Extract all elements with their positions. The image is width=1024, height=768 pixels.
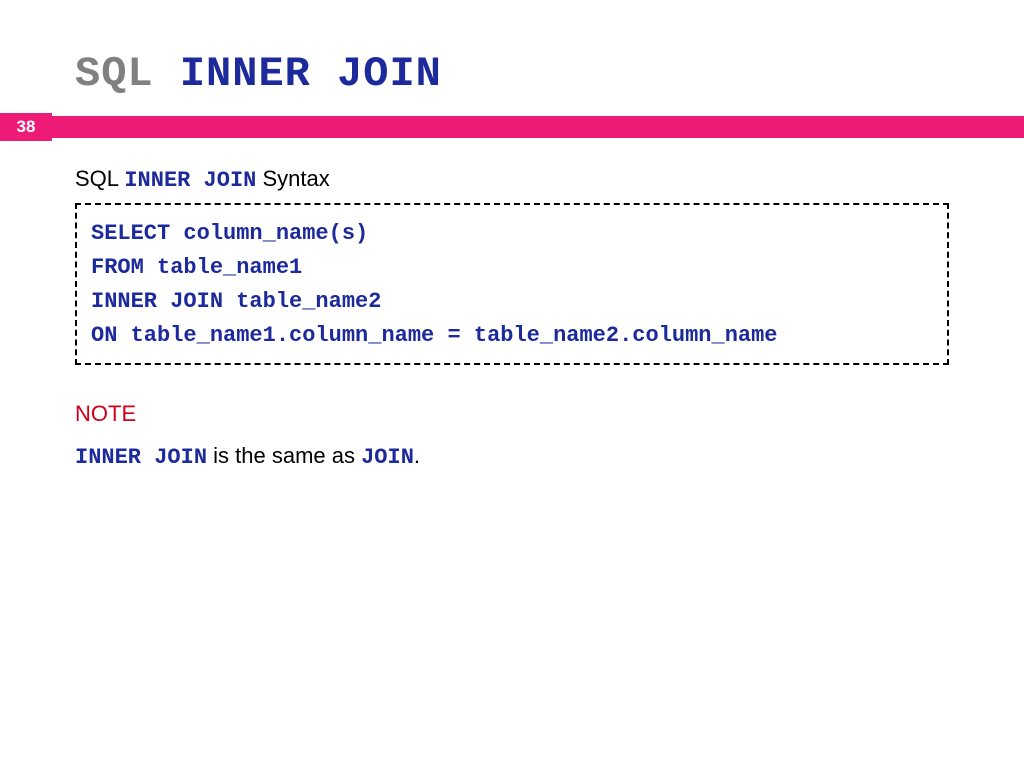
note-body: INNER JOIN is the same as JOIN. (75, 443, 949, 470)
note-heading: NOTE (75, 401, 949, 427)
code-line-2: FROM table_name1 (91, 251, 933, 285)
divider-bar: 38 (0, 116, 1024, 138)
slide-title-area: SQL INNER JOIN (0, 0, 1024, 116)
syntax-suffix: Syntax (263, 166, 330, 191)
code-line-3: INNER JOIN table_name2 (91, 285, 933, 319)
title-prefix: SQL (75, 50, 154, 98)
slide-title: SQL INNER JOIN (75, 50, 1024, 98)
syntax-heading: SQL INNER JOIN Syntax (75, 166, 949, 193)
code-box: SELECT column_name(s) FROM table_name1 I… (75, 203, 949, 365)
code-line-4: ON table_name1.column_name = table_name2… (91, 319, 933, 353)
note-keyword-1: INNER JOIN (75, 445, 207, 470)
note-mid-text: is the same as (207, 443, 361, 468)
code-line-1: SELECT column_name(s) (91, 217, 933, 251)
note-keyword-2: JOIN (361, 445, 414, 470)
note-end: . (414, 443, 420, 468)
syntax-keyword: INNER JOIN (124, 168, 256, 193)
slide-content: SQL INNER JOIN Syntax SELECT column_name… (0, 138, 1024, 470)
title-main: INNER JOIN (180, 50, 442, 98)
syntax-prefix: SQL (75, 166, 118, 191)
page-number: 38 (0, 113, 52, 141)
